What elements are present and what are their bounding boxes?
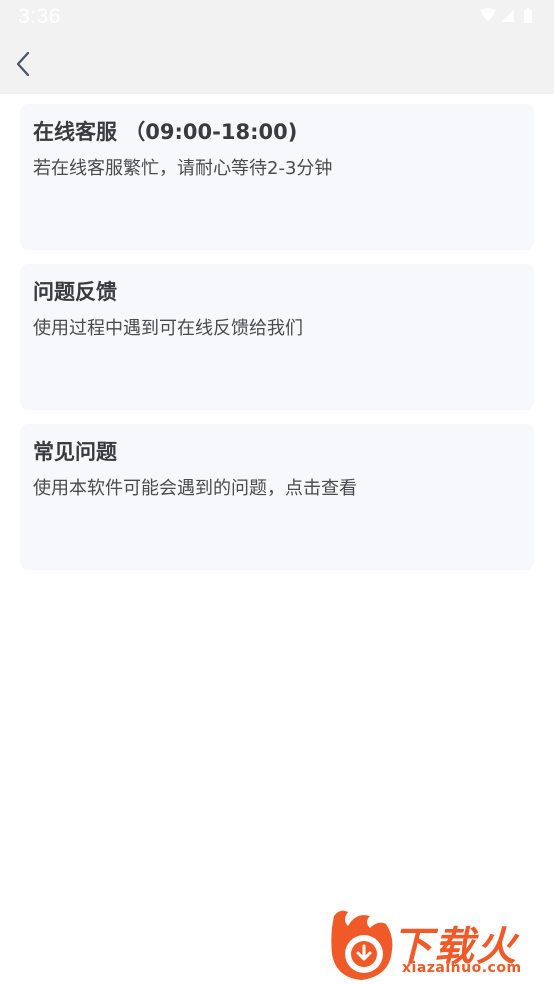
wifi-icon <box>480 8 496 22</box>
card-description: 若在线客服繁忙，请耐心等待2-3分钟 <box>33 158 333 179</box>
back-button[interactable] <box>8 45 44 83</box>
status-time: 3:36 <box>18 5 61 28</box>
battery-icon <box>524 8 532 23</box>
signal-icon <box>502 10 514 22</box>
card-description: 使用过程中遇到可在线反馈给我们 <box>33 318 303 339</box>
faq-card[interactable]: 常见问题 使用本软件可能会遇到的问题，点击查看 <box>20 424 534 570</box>
card-title: 常见问题 <box>33 440 117 464</box>
online-service-card[interactable]: 在线客服 （09:00-18:00) 若在线客服繁忙，请耐心等待2-3分钟 <box>20 104 534 250</box>
card-title: 在线客服 （09:00-18:00) <box>33 120 298 144</box>
toolbar <box>0 34 554 94</box>
watermark: 下载火 xiazaihuo.com <box>326 906 550 982</box>
chevron-left-icon <box>16 51 30 77</box>
status-bar: 3:36 <box>0 0 554 34</box>
card-title: 问题反馈 <box>33 280 117 304</box>
watermark-url: xiazaihuo.com <box>402 960 522 976</box>
feedback-card[interactable]: 问题反馈 使用过程中遇到可在线反馈给我们 <box>20 264 534 410</box>
status-icons <box>478 7 538 25</box>
card-description: 使用本软件可能会遇到的问题，点击查看 <box>33 478 357 499</box>
flame-logo-icon <box>331 910 393 980</box>
